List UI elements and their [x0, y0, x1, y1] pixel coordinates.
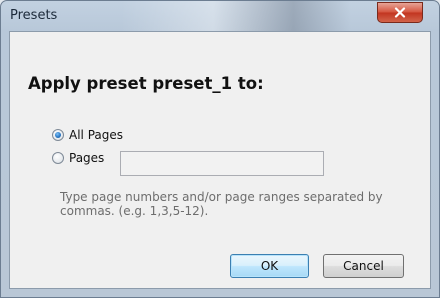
window-title: Presets [10, 8, 58, 23]
pages-option[interactable]: Pages [52, 151, 104, 165]
cancel-button[interactable]: Cancel [323, 254, 404, 278]
close-icon [394, 7, 406, 18]
pages-label: Pages [69, 151, 105, 165]
all-pages-radio[interactable] [52, 129, 64, 141]
all-pages-option[interactable]: All Pages [52, 128, 123, 142]
close-button[interactable] [377, 2, 423, 23]
dialog-heading: Apply preset preset_1 to: [28, 74, 264, 93]
pages-input[interactable] [120, 151, 324, 176]
ok-button[interactable]: OK [230, 254, 309, 278]
all-pages-label: All Pages [69, 128, 123, 142]
pages-radio[interactable] [52, 152, 64, 164]
radio-selected-dot [55, 132, 61, 138]
pages-hint: Type page numbers and/or page ranges sep… [60, 190, 383, 218]
